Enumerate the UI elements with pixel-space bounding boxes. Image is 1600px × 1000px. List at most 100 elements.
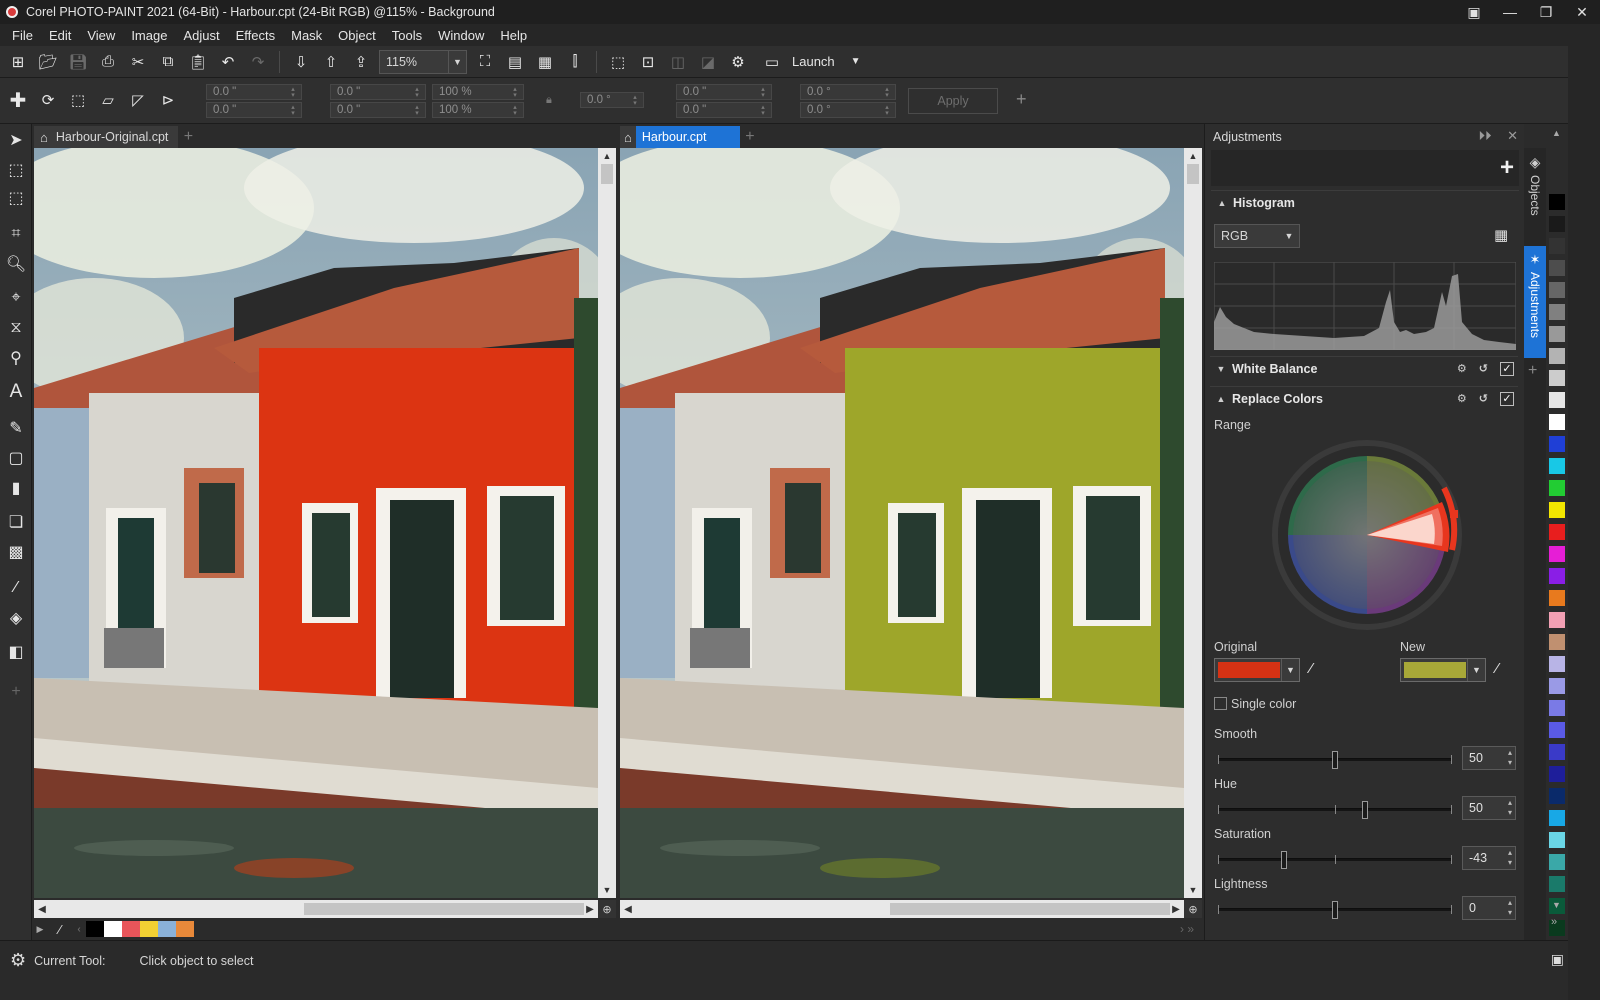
new-eyedropper-icon[interactable]: ⁄ <box>1496 660 1499 677</box>
lock-ratio-icon[interactable]: 🔒︎ <box>546 94 552 107</box>
copy-icon[interactable]: ⧉ <box>156 50 180 74</box>
palette-swatch[interactable] <box>1549 502 1565 518</box>
white-balance-section-header[interactable]: ▼ White Balance ⚙ ↺ ✓ <box>1210 356 1518 380</box>
lightness-slider[interactable] <box>1218 901 1452 919</box>
navigator-icon[interactable]: ⊕ <box>598 900 616 918</box>
menu-help[interactable]: Help <box>492 28 535 43</box>
hue-value-field[interactable]: 50 <box>1462 796 1516 820</box>
fit-page-icon[interactable]: ⛶ <box>473 50 497 74</box>
save-icon[interactable]: 💾︎ <box>66 50 90 74</box>
slider-thumb[interactable] <box>1332 751 1338 769</box>
pick-tool-icon[interactable]: ➤ <box>4 128 28 152</box>
palette-swatch[interactable] <box>1549 414 1565 430</box>
swatch-orange[interactable] <box>176 921 194 937</box>
original-eyedropper-icon[interactable]: ⁄ <box>1310 660 1313 677</box>
eyedropper-icon[interactable]: ⁄ <box>48 922 72 937</box>
object-lock-icon[interactable]: ◪ <box>696 50 720 74</box>
saturation-slider[interactable] <box>1218 851 1452 869</box>
edited-image-canvas[interactable] <box>620 148 1184 898</box>
reset-icon[interactable]: ↺ <box>1479 362 1488 375</box>
swatch-blue[interactable] <box>158 921 176 937</box>
palette-swatch[interactable] <box>1549 304 1565 320</box>
palette-expand-icon[interactable]: » <box>1551 916 1557 928</box>
grid-icon[interactable]: ▦ <box>533 50 557 74</box>
histogram-channel-select[interactable]: RGB ▼ <box>1214 224 1300 248</box>
palette-swatch[interactable] <box>1549 832 1565 848</box>
palette-swatch[interactable] <box>1549 656 1565 672</box>
original-color-picker[interactable]: ▼ <box>1214 658 1300 682</box>
reset-icon[interactable]: ↺ <box>1479 392 1488 405</box>
scroll-left-icon[interactable]: ◀ <box>34 900 50 918</box>
palette-scroll-right-icon[interactable]: › » <box>1180 922 1194 936</box>
scroll-right-icon[interactable]: ▶ <box>582 900 598 918</box>
transparency-tool-icon[interactable]: ▩ <box>4 540 28 564</box>
new-color-picker[interactable]: ▼ <box>1400 658 1486 682</box>
scroll-thumb[interactable] <box>304 903 584 915</box>
histogram-options-icon[interactable]: ▦ <box>1494 226 1508 244</box>
palette-swatch[interactable] <box>1549 436 1565 452</box>
palette-scroll-up-icon[interactable]: ▲ <box>1552 128 1561 138</box>
menu-effects[interactable]: Effects <box>228 28 284 43</box>
palette-swatch[interactable] <box>1549 326 1565 342</box>
rotate-mode-icon[interactable]: ⟳ <box>36 88 60 112</box>
position-y-field[interactable]: 0.0 " <box>206 102 302 118</box>
palette-swatch[interactable] <box>1549 568 1565 584</box>
scroll-up-icon[interactable]: ▲ <box>598 148 616 164</box>
palette-swatch[interactable] <box>1549 722 1565 738</box>
palette-swatch[interactable] <box>1549 612 1565 628</box>
guidelines-icon[interactable]: ⫿ <box>563 50 587 74</box>
redo-icon[interactable]: ↷ <box>246 50 270 74</box>
skew-x-field[interactable]: 0.0 ° <box>800 84 896 100</box>
apply-button[interactable]: Apply <box>908 88 998 114</box>
palette-swatch[interactable] <box>1549 524 1565 540</box>
distort-mode-icon[interactable]: ◸ <box>126 88 150 112</box>
tab-harbour-original[interactable]: ⌂ Harbour-Original.cpt <box>34 126 179 148</box>
undo-icon[interactable]: ↶ <box>216 50 240 74</box>
new-tab-icon[interactable]: + <box>178 126 198 148</box>
scroll-right-icon[interactable]: ▶ <box>1168 900 1184 918</box>
gear-icon[interactable]: ⚙ <box>10 950 26 971</box>
cut-icon[interactable]: ✂ <box>126 50 150 74</box>
launch-menu[interactable]: ▭ Launch ▼ <box>760 50 861 74</box>
color-swatch-icon[interactable]: ◧ <box>4 640 28 664</box>
menu-view[interactable]: View <box>79 28 123 43</box>
scroll-left-icon[interactable]: ◀ <box>620 900 636 918</box>
palette-swatch[interactable] <box>1549 260 1565 276</box>
palette-swatch[interactable] <box>1549 700 1565 716</box>
publish-icon[interactable]: ⇪ <box>349 50 373 74</box>
replace-colors-enable-checkbox[interactable]: ✓ <box>1500 391 1514 406</box>
scale-width-field[interactable]: 100 % <box>432 84 524 100</box>
clone-tool-icon[interactable]: ⧖ <box>4 316 28 340</box>
scroll-down-icon[interactable]: ▼ <box>1184 882 1202 898</box>
saturation-value-field[interactable]: -43 <box>1462 846 1516 870</box>
position-mode-icon[interactable]: ✚ <box>6 88 30 112</box>
menu-mask[interactable]: Mask <box>283 28 330 43</box>
menu-tools[interactable]: Tools <box>384 28 430 43</box>
lightness-value-field[interactable]: 0 <box>1462 896 1516 920</box>
palette-swatch[interactable] <box>1549 678 1565 694</box>
palette-swatch[interactable] <box>1549 854 1565 870</box>
palette-swatch[interactable] <box>1549 216 1565 232</box>
scale-mode-icon[interactable]: ⬚ <box>66 88 90 112</box>
scroll-up-icon[interactable]: ▲ <box>1184 148 1202 164</box>
paste-icon[interactable]: 📋︎ <box>186 50 210 74</box>
add-docker-icon[interactable]: + <box>1528 362 1537 380</box>
paint-tool-icon[interactable]: ✎ <box>4 416 28 440</box>
position-x-field[interactable]: 0.0 " <box>206 84 302 100</box>
skew-y-field[interactable]: 0.0 ° <box>800 102 896 118</box>
white-balance-enable-checkbox[interactable]: ✓ <box>1500 361 1514 376</box>
tab-adjustments[interactable]: ✶ Adjustments <box>1524 246 1546 358</box>
color-range-wheel[interactable] <box>1272 440 1462 630</box>
center-y-field[interactable]: 0.0 " <box>676 102 772 118</box>
skew-mode-icon[interactable]: ▱ <box>96 88 120 112</box>
perspective-mode-icon[interactable]: ⊳ <box>156 88 180 112</box>
scroll-thumb[interactable] <box>1187 164 1199 184</box>
palette-swatch[interactable] <box>1549 238 1565 254</box>
open-folder-icon[interactable]: 📂︎ <box>36 50 60 74</box>
close-icon[interactable]: ✕ <box>1507 128 1518 143</box>
home-tab[interactable]: ⌂ <box>620 126 636 148</box>
hue-slider[interactable] <box>1218 801 1452 819</box>
palette-swatch[interactable] <box>1549 480 1565 496</box>
swatch-yellow[interactable] <box>140 921 158 937</box>
left-vertical-scrollbar[interactable]: ▲ ▼ <box>598 148 616 898</box>
